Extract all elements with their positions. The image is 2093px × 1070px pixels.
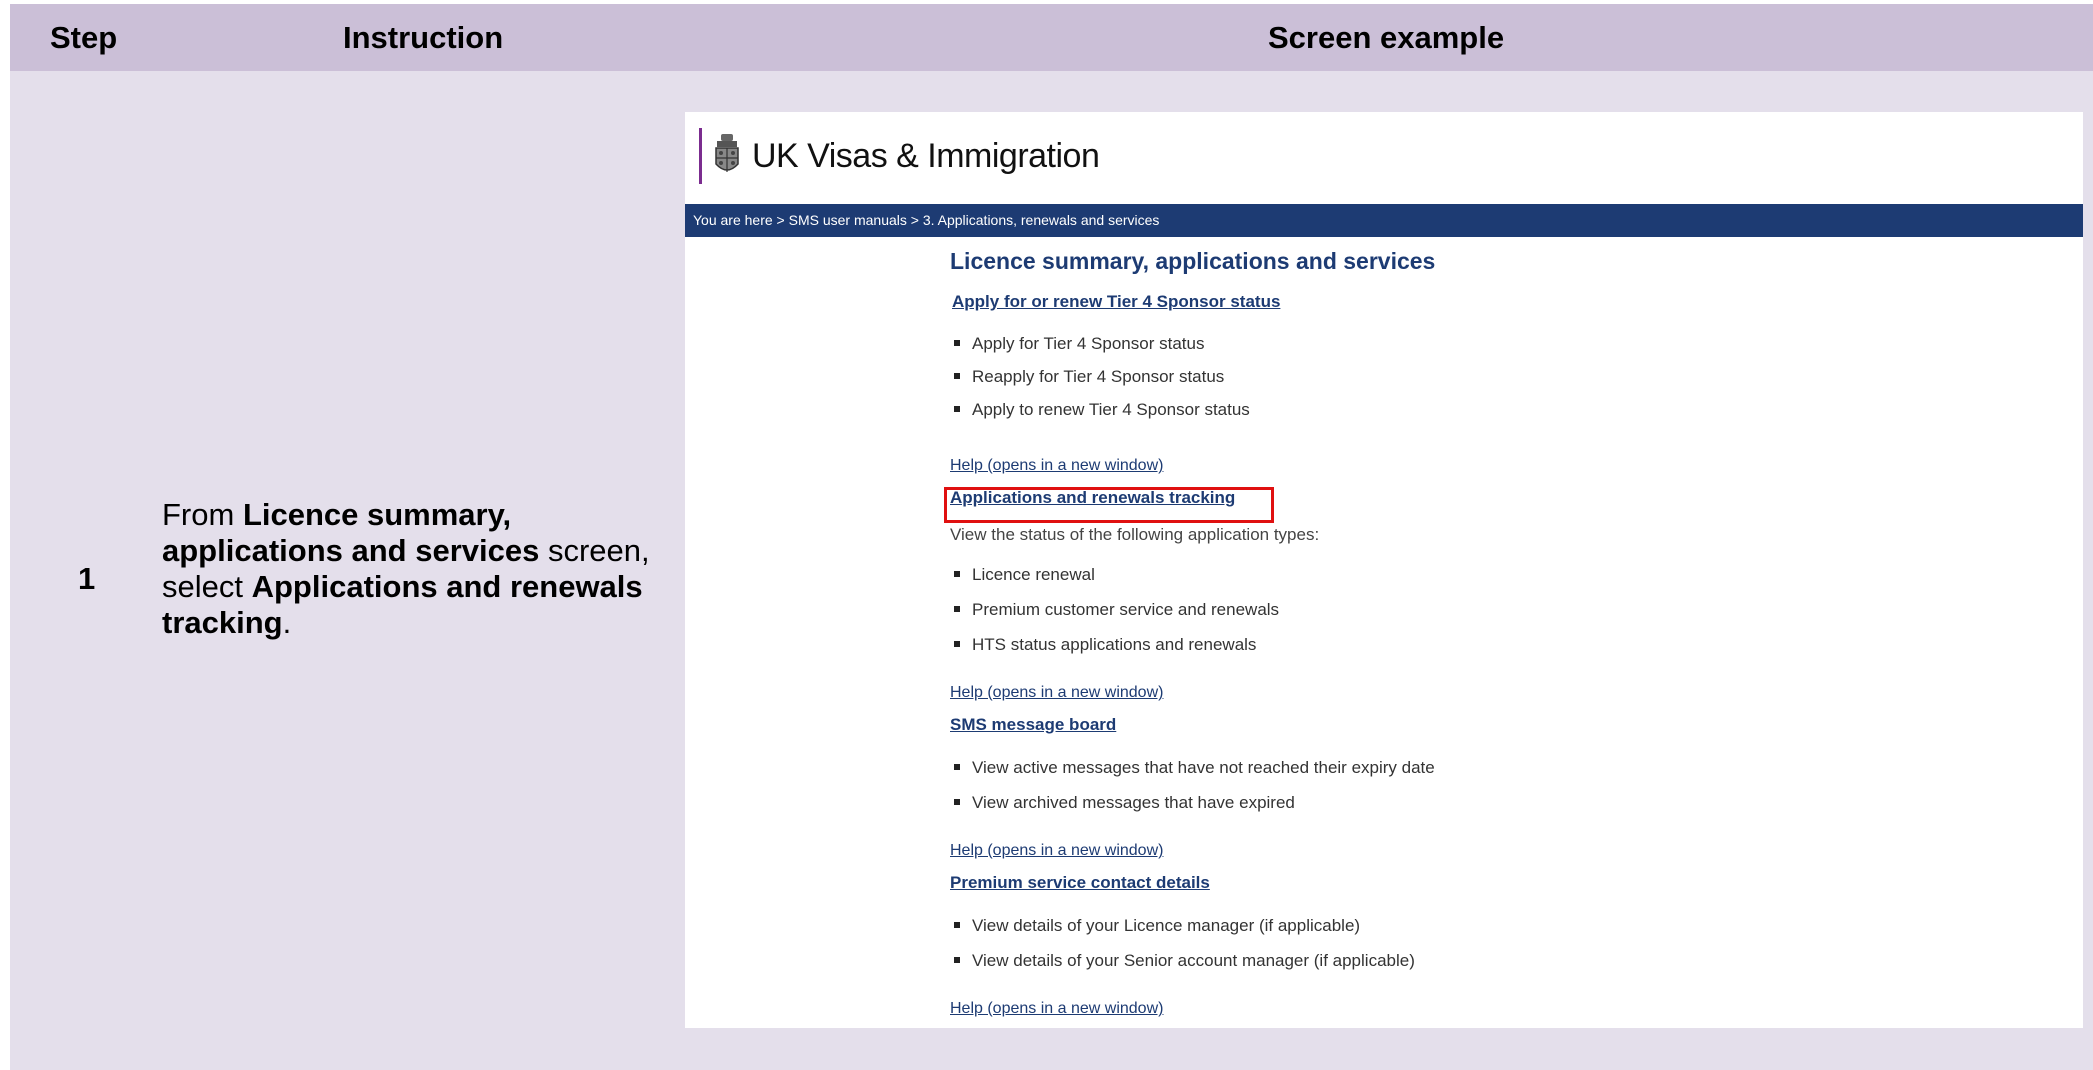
- list-item: Premium customer service and renewals: [954, 600, 1279, 620]
- instruction-text: From Licence summary, applications and s…: [162, 497, 682, 641]
- help-link[interactable]: Help (opens in a new window): [950, 1000, 1163, 1018]
- list-item: View details of your Licence manager (if…: [954, 916, 1360, 936]
- list-item: Apply to renew Tier 4 Sponsor status: [954, 400, 1250, 420]
- list-item-text: Licence renewal: [972, 565, 1095, 584]
- list-item: Reapply for Tier 4 Sponsor status: [954, 367, 1224, 387]
- bullet-square-icon: [954, 605, 960, 612]
- list-item-text: HTS status applications and renewals: [972, 635, 1257, 654]
- header-screen-example: Screen example: [1268, 20, 1505, 55]
- instruction-part: From: [162, 497, 243, 532]
- help-link[interactable]: Help (opens in a new window): [950, 842, 1163, 860]
- brand-accent-bar: [699, 128, 702, 184]
- list-item-text: Premium customer service and renewals: [972, 600, 1280, 619]
- bullet-square-icon: [954, 763, 960, 770]
- bullet-square-icon: [954, 405, 960, 412]
- list-item-text: View details of your Licence manager (if…: [972, 916, 1361, 935]
- list-item-text: Apply to renew Tier 4 Sponsor status: [972, 400, 1250, 419]
- help-link[interactable]: Help (opens in a new window): [950, 684, 1163, 702]
- step-number: 1: [78, 561, 96, 596]
- list-item-text: View active messages that have not reach…: [972, 758, 1435, 777]
- bullet-square-icon: [954, 339, 960, 346]
- brand-name: UK Visas & Immigration: [752, 136, 1100, 175]
- header-instruction: Instruction: [343, 20, 504, 55]
- highlight-box: [944, 487, 1274, 523]
- list-item: View active messages that have not reach…: [954, 758, 1435, 778]
- bullet-square-icon: [954, 798, 960, 805]
- breadcrumb: You are here > SMS user manuals > 3. App…: [685, 204, 2083, 237]
- royal-crest-icon: [715, 134, 739, 172]
- bullet-square-icon: [954, 372, 960, 379]
- list-item-text: View archived messages that have expired: [972, 793, 1295, 812]
- bullet-square-icon: [954, 570, 960, 577]
- list-item: View archived messages that have expired: [954, 793, 1295, 813]
- page-title: Licence summary, applications and servic…: [950, 248, 1436, 274]
- bullet-square-icon: [954, 921, 960, 928]
- section-description: View the status of the following applica…: [950, 525, 1320, 544]
- list-item: Licence renewal: [954, 565, 1095, 585]
- list-item: HTS status applications and renewals: [954, 635, 1256, 655]
- list-item: View details of your Senior account mana…: [954, 951, 1415, 971]
- list-item-text: Apply for Tier 4 Sponsor status: [972, 334, 1205, 353]
- screen-example: UK Visas & Immigration You are here > SM…: [685, 112, 2083, 1028]
- list-item-text: Reapply for Tier 4 Sponsor status: [972, 367, 1225, 386]
- link-premium-service-contact[interactable]: Premium service contact details: [950, 873, 1210, 893]
- brand-header: UK Visas & Immigration: [699, 128, 1100, 184]
- list-item: Apply for Tier 4 Sponsor status: [954, 334, 1204, 354]
- bullet-square-icon: [954, 640, 960, 647]
- bullet-square-icon: [954, 956, 960, 963]
- link-sms-message-board[interactable]: SMS message board: [950, 715, 1116, 735]
- list-item-text: View details of your Senior account mana…: [972, 951, 1415, 970]
- table-header: Step Instruction Screen example: [10, 4, 2093, 71]
- header-step: Step: [50, 20, 118, 55]
- instruction-part: .: [282, 605, 292, 640]
- help-link[interactable]: Help (opens in a new window): [950, 457, 1163, 475]
- link-apply-renew-tier4[interactable]: Apply for or renew Tier 4 Sponsor status: [952, 292, 1280, 312]
